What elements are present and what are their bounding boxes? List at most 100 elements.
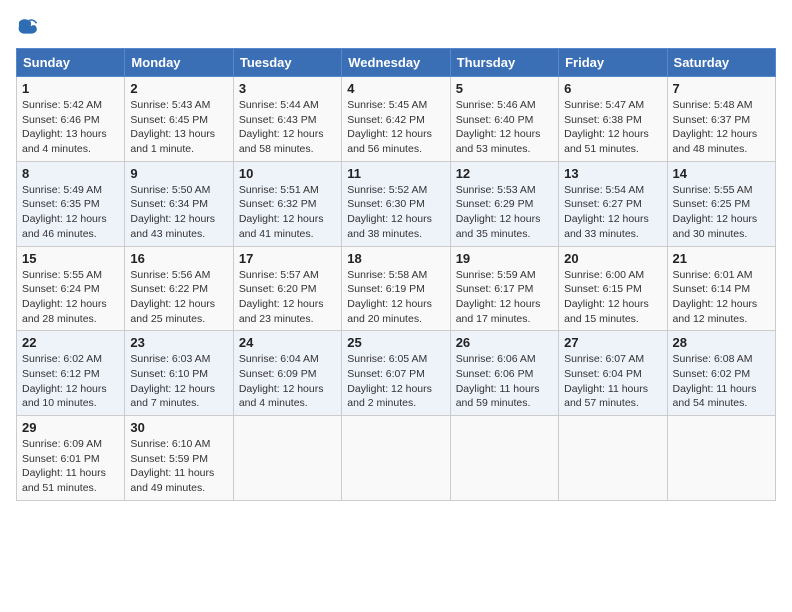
day-number: 17 [239, 251, 336, 266]
day-number: 5 [456, 81, 553, 96]
calendar-cell: 5 Sunrise: 5:46 AM Sunset: 6:40 PM Dayli… [450, 77, 558, 162]
calendar-cell: 19 Sunrise: 5:59 AM Sunset: 6:17 PM Dayl… [450, 246, 558, 331]
calendar-cell: 28 Sunrise: 6:08 AM Sunset: 6:02 PM Dayl… [667, 331, 775, 416]
day-info: Sunrise: 5:46 AM Sunset: 6:40 PM Dayligh… [456, 98, 553, 157]
day-number: 8 [22, 166, 119, 181]
day-info: Sunrise: 5:48 AM Sunset: 6:37 PM Dayligh… [673, 98, 770, 157]
calendar-cell [667, 416, 775, 501]
day-info: Sunrise: 6:07 AM Sunset: 6:04 PM Dayligh… [564, 352, 661, 411]
column-header-tuesday: Tuesday [233, 49, 341, 77]
day-info: Sunrise: 5:55 AM Sunset: 6:24 PM Dayligh… [22, 268, 119, 327]
day-info: Sunrise: 6:05 AM Sunset: 6:07 PM Dayligh… [347, 352, 444, 411]
logo-icon [16, 16, 38, 38]
day-number: 21 [673, 251, 770, 266]
day-info: Sunrise: 5:47 AM Sunset: 6:38 PM Dayligh… [564, 98, 661, 157]
day-info: Sunrise: 5:58 AM Sunset: 6:19 PM Dayligh… [347, 268, 444, 327]
calendar-cell: 2 Sunrise: 5:43 AM Sunset: 6:45 PM Dayli… [125, 77, 233, 162]
calendar-cell: 10 Sunrise: 5:51 AM Sunset: 6:32 PM Dayl… [233, 161, 341, 246]
day-info: Sunrise: 5:51 AM Sunset: 6:32 PM Dayligh… [239, 183, 336, 242]
calendar-cell [342, 416, 450, 501]
column-header-saturday: Saturday [667, 49, 775, 77]
day-number: 30 [130, 420, 227, 435]
day-info: Sunrise: 6:02 AM Sunset: 6:12 PM Dayligh… [22, 352, 119, 411]
calendar-cell: 13 Sunrise: 5:54 AM Sunset: 6:27 PM Dayl… [559, 161, 667, 246]
day-info: Sunrise: 5:42 AM Sunset: 6:46 PM Dayligh… [22, 98, 119, 157]
day-number: 14 [673, 166, 770, 181]
calendar-cell: 3 Sunrise: 5:44 AM Sunset: 6:43 PM Dayli… [233, 77, 341, 162]
day-info: Sunrise: 6:10 AM Sunset: 5:59 PM Dayligh… [130, 437, 227, 496]
calendar-cell: 16 Sunrise: 5:56 AM Sunset: 6:22 PM Dayl… [125, 246, 233, 331]
day-number: 29 [22, 420, 119, 435]
calendar-cell: 27 Sunrise: 6:07 AM Sunset: 6:04 PM Dayl… [559, 331, 667, 416]
calendar-cell: 23 Sunrise: 6:03 AM Sunset: 6:10 PM Dayl… [125, 331, 233, 416]
calendar-cell: 15 Sunrise: 5:55 AM Sunset: 6:24 PM Dayl… [17, 246, 125, 331]
calendar-cell: 1 Sunrise: 5:42 AM Sunset: 6:46 PM Dayli… [17, 77, 125, 162]
calendar-cell: 20 Sunrise: 6:00 AM Sunset: 6:15 PM Dayl… [559, 246, 667, 331]
day-number: 28 [673, 335, 770, 350]
day-number: 9 [130, 166, 227, 181]
calendar-cell: 12 Sunrise: 5:53 AM Sunset: 6:29 PM Dayl… [450, 161, 558, 246]
day-info: Sunrise: 5:49 AM Sunset: 6:35 PM Dayligh… [22, 183, 119, 242]
day-info: Sunrise: 5:56 AM Sunset: 6:22 PM Dayligh… [130, 268, 227, 327]
day-number: 19 [456, 251, 553, 266]
calendar-table: SundayMondayTuesdayWednesdayThursdayFrid… [16, 48, 776, 501]
calendar-cell: 30 Sunrise: 6:10 AM Sunset: 5:59 PM Dayl… [125, 416, 233, 501]
calendar-cell [450, 416, 558, 501]
calendar-cell: 18 Sunrise: 5:58 AM Sunset: 6:19 PM Dayl… [342, 246, 450, 331]
column-header-wednesday: Wednesday [342, 49, 450, 77]
day-info: Sunrise: 5:45 AM Sunset: 6:42 PM Dayligh… [347, 98, 444, 157]
day-number: 22 [22, 335, 119, 350]
day-number: 3 [239, 81, 336, 96]
calendar-cell: 8 Sunrise: 5:49 AM Sunset: 6:35 PM Dayli… [17, 161, 125, 246]
day-info: Sunrise: 6:08 AM Sunset: 6:02 PM Dayligh… [673, 352, 770, 411]
day-number: 10 [239, 166, 336, 181]
day-number: 11 [347, 166, 444, 181]
day-number: 23 [130, 335, 227, 350]
day-number: 13 [564, 166, 661, 181]
day-number: 24 [239, 335, 336, 350]
day-number: 6 [564, 81, 661, 96]
calendar-cell: 24 Sunrise: 6:04 AM Sunset: 6:09 PM Dayl… [233, 331, 341, 416]
day-info: Sunrise: 6:01 AM Sunset: 6:14 PM Dayligh… [673, 268, 770, 327]
calendar-cell: 7 Sunrise: 5:48 AM Sunset: 6:37 PM Dayli… [667, 77, 775, 162]
calendar-cell: 22 Sunrise: 6:02 AM Sunset: 6:12 PM Dayl… [17, 331, 125, 416]
day-number: 7 [673, 81, 770, 96]
calendar-cell [559, 416, 667, 501]
day-number: 15 [22, 251, 119, 266]
day-number: 25 [347, 335, 444, 350]
day-number: 26 [456, 335, 553, 350]
day-number: 16 [130, 251, 227, 266]
day-info: Sunrise: 5:52 AM Sunset: 6:30 PM Dayligh… [347, 183, 444, 242]
day-number: 12 [456, 166, 553, 181]
day-info: Sunrise: 6:03 AM Sunset: 6:10 PM Dayligh… [130, 352, 227, 411]
header [16, 16, 776, 38]
column-header-friday: Friday [559, 49, 667, 77]
calendar-cell: 26 Sunrise: 6:06 AM Sunset: 6:06 PM Dayl… [450, 331, 558, 416]
day-number: 18 [347, 251, 444, 266]
day-info: Sunrise: 6:00 AM Sunset: 6:15 PM Dayligh… [564, 268, 661, 327]
day-info: Sunrise: 6:04 AM Sunset: 6:09 PM Dayligh… [239, 352, 336, 411]
day-info: Sunrise: 5:53 AM Sunset: 6:29 PM Dayligh… [456, 183, 553, 242]
logo [16, 16, 42, 38]
day-number: 4 [347, 81, 444, 96]
column-header-thursday: Thursday [450, 49, 558, 77]
calendar-cell: 14 Sunrise: 5:55 AM Sunset: 6:25 PM Dayl… [667, 161, 775, 246]
day-info: Sunrise: 5:59 AM Sunset: 6:17 PM Dayligh… [456, 268, 553, 327]
calendar-cell: 21 Sunrise: 6:01 AM Sunset: 6:14 PM Dayl… [667, 246, 775, 331]
day-number: 27 [564, 335, 661, 350]
day-number: 20 [564, 251, 661, 266]
calendar-cell [233, 416, 341, 501]
day-info: Sunrise: 5:54 AM Sunset: 6:27 PM Dayligh… [564, 183, 661, 242]
calendar-cell: 11 Sunrise: 5:52 AM Sunset: 6:30 PM Dayl… [342, 161, 450, 246]
day-number: 1 [22, 81, 119, 96]
day-number: 2 [130, 81, 227, 96]
calendar-cell: 29 Sunrise: 6:09 AM Sunset: 6:01 PM Dayl… [17, 416, 125, 501]
day-info: Sunrise: 5:43 AM Sunset: 6:45 PM Dayligh… [130, 98, 227, 157]
day-info: Sunrise: 5:57 AM Sunset: 6:20 PM Dayligh… [239, 268, 336, 327]
calendar-cell: 17 Sunrise: 5:57 AM Sunset: 6:20 PM Dayl… [233, 246, 341, 331]
day-info: Sunrise: 5:50 AM Sunset: 6:34 PM Dayligh… [130, 183, 227, 242]
column-header-monday: Monday [125, 49, 233, 77]
column-header-sunday: Sunday [17, 49, 125, 77]
calendar-cell: 4 Sunrise: 5:45 AM Sunset: 6:42 PM Dayli… [342, 77, 450, 162]
calendar-cell: 9 Sunrise: 5:50 AM Sunset: 6:34 PM Dayli… [125, 161, 233, 246]
